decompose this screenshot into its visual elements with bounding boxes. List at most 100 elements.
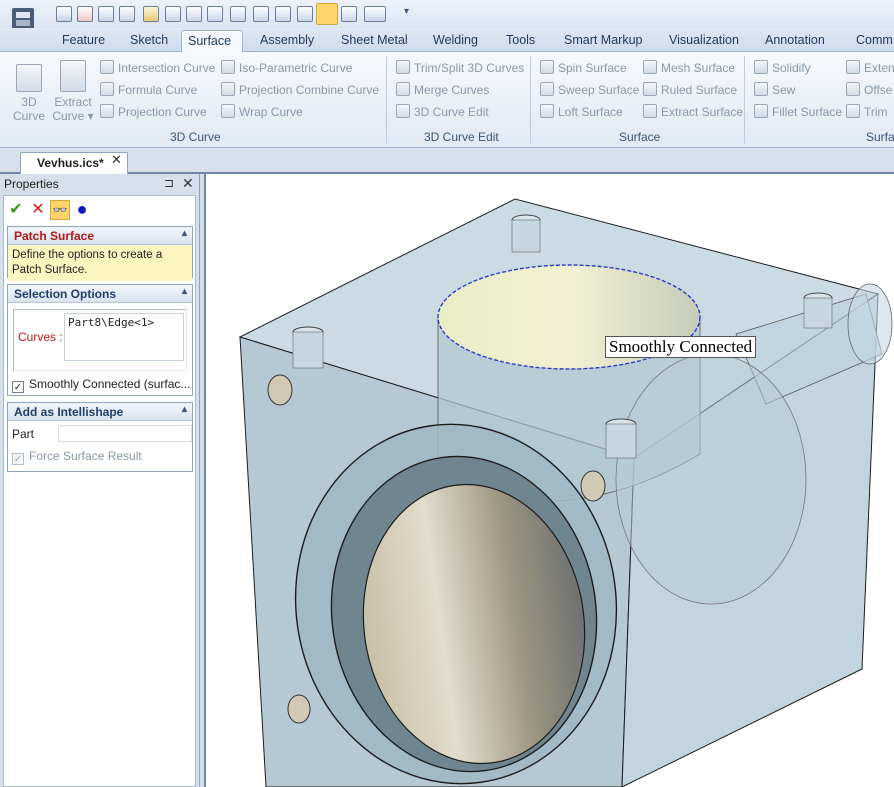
new-template-icon[interactable]: [119, 6, 135, 22]
collapse-caret-icon[interactable]: ▴: [182, 228, 187, 239]
merge-curves-button[interactable]: Merge Curves: [396, 82, 489, 97]
sew-button[interactable]: Sew: [754, 82, 795, 97]
trim-split-3d-curves-button[interactable]: Trim/Split 3D Curves: [396, 60, 524, 75]
patch-surface-title: Patch Surface: [14, 229, 95, 243]
sweep-surface-button[interactable]: Sweep Surface: [540, 82, 639, 97]
tab-annotation[interactable]: Annotation: [759, 33, 831, 52]
extract-curve-label-line1: Extract: [54, 95, 92, 109]
merge-curves-icon: [396, 82, 410, 96]
trim-split-label: Trim/Split 3D Curves: [414, 61, 525, 75]
wrap-curve-button[interactable]: Wrap Curve: [221, 104, 303, 119]
formula-curve-button[interactable]: Formula Curve: [100, 82, 197, 97]
tab-welding[interactable]: Welding: [427, 33, 484, 52]
ribbon: 3D Curve Extract Curve ▾ Intersection Cu…: [0, 52, 894, 148]
solidify-button[interactable]: Solidify: [754, 60, 811, 75]
tab-sketch[interactable]: Sketch: [124, 33, 174, 52]
save-all-icon[interactable]: [186, 6, 202, 22]
mesh-surface-icon: [643, 60, 657, 74]
undo-icon[interactable]: [253, 6, 269, 22]
ok-check-icon[interactable]: ✔: [6, 200, 26, 220]
3d-curve-icon: [16, 64, 42, 92]
spin-surface-icon: [540, 60, 554, 74]
sweep-surface-label: Sweep Surface: [558, 83, 640, 97]
3d-viewport[interactable]: Smoothly Connected: [204, 174, 894, 787]
fillet-surface-button[interactable]: Fillet Surface: [754, 104, 842, 119]
tab-communicate[interactable]: Comm: [850, 33, 894, 52]
cancel-x-icon[interactable]: ✕: [28, 200, 48, 220]
iso-parametric-curve-button[interactable]: Iso-Parametric Curve: [221, 60, 352, 75]
offset-button[interactable]: Offse: [846, 82, 892, 97]
apply-dot-icon[interactable]: ●: [72, 200, 92, 220]
ruled-surface-label: Ruled Surface: [661, 83, 738, 97]
smoothly-connected-checkbox[interactable]: ✓: [12, 381, 24, 393]
extend-label: Exten: [864, 61, 894, 75]
offset-icon: [846, 82, 860, 96]
ruled-surface-button[interactable]: Ruled Surface: [643, 82, 737, 97]
print-icon[interactable]: [207, 6, 223, 22]
tab-smart-markup[interactable]: Smart Markup: [558, 33, 649, 52]
fillet-surface-icon: [754, 104, 768, 118]
document-tab-strip: Vevhus.ics* ✕: [0, 149, 894, 174]
tab-sheet-metal[interactable]: Sheet Metal: [335, 33, 414, 52]
intersection-curve-button[interactable]: Intersection Curve: [100, 60, 215, 75]
model-canvas[interactable]: [206, 174, 894, 787]
new-drawing-icon[interactable]: [77, 6, 93, 22]
add-as-intellishape-header[interactable]: Add as Intellishape ▴: [8, 403, 192, 421]
redo-icon[interactable]: [275, 6, 291, 22]
3d-curve-label-line2: Curve: [12, 109, 45, 123]
open-folder-icon[interactable]: [143, 6, 159, 22]
intersection-curve-icon: [100, 60, 114, 74]
add-as-intellishape-section: Add as Intellishape ▴ Part ✓ Force Surfac…: [7, 402, 193, 472]
collapse-caret-icon[interactable]: ▴: [182, 404, 187, 415]
force-surface-result-option[interactable]: ✓ Force Surface Result: [12, 449, 142, 465]
close-icon[interactable]: ✕: [111, 152, 122, 168]
close-icon[interactable]: ✕: [182, 175, 194, 192]
spin-surface-label: Spin Surface: [558, 61, 627, 75]
group-label-3d-curve: 3D Curve: [170, 130, 221, 144]
3d-curve-button[interactable]: 3D Curve: [8, 64, 50, 123]
projection-curve-button[interactable]: Projection Curve: [100, 104, 207, 119]
projection-combine-curve-button[interactable]: Projection Combine Curve: [221, 82, 379, 97]
loft-surface-label: Loft Surface: [558, 105, 623, 119]
extract-curve-button[interactable]: Extract Curve ▾: [50, 60, 96, 123]
customize-dropdown-icon[interactable]: ▾: [404, 6, 409, 17]
mesh-surface-button[interactable]: Mesh Surface: [643, 60, 735, 75]
patch-surface-header[interactable]: Patch Surface ▴: [8, 227, 192, 245]
smoothly-connected-overlay-label: Smoothly Connected: [605, 336, 757, 358]
spin-surface-button[interactable]: Spin Surface: [540, 60, 627, 75]
selection-options-header[interactable]: Selection Options ▴: [8, 285, 192, 303]
pin-icon[interactable]: ⊐: [164, 176, 174, 190]
smoothly-connected-option[interactable]: ✓ Smoothly Connected (surfac...: [12, 377, 190, 393]
add-as-intellishape-title: Add as Intellishape: [14, 405, 124, 419]
new-doc-icon[interactable]: [98, 6, 114, 22]
extract-surface-button[interactable]: Extract Surface: [643, 104, 743, 119]
patch-surface-description: Define the options to create a Patch Sur…: [8, 245, 192, 281]
import-icon[interactable]: [230, 6, 246, 22]
formula-curve-icon: [100, 82, 114, 96]
curves-list-item[interactable]: Part8\Edge<1>: [68, 316, 154, 329]
intellishape-icon[interactable]: [316, 3, 338, 25]
save-icon[interactable]: [165, 6, 181, 22]
curves-list[interactable]: Part8\Edge<1>: [64, 313, 184, 361]
trim-label: Trim: [864, 105, 888, 119]
tab-tools[interactable]: Tools: [500, 33, 541, 52]
sew-icon: [754, 82, 768, 96]
tab-surface[interactable]: Surface: [181, 30, 243, 53]
catalog-icon[interactable]: [297, 6, 313, 22]
wrap-curve-label: Wrap Curve: [239, 105, 303, 119]
trim-button[interactable]: Trim: [846, 104, 888, 119]
part-field[interactable]: [58, 425, 192, 442]
tab-visualization[interactable]: Visualization: [663, 33, 745, 52]
properties-icon[interactable]: [341, 6, 357, 22]
extend-button[interactable]: Exten: [846, 60, 894, 75]
loft-surface-button[interactable]: Loft Surface: [540, 104, 623, 119]
new-file-icon[interactable]: [56, 6, 72, 22]
view-options-icon[interactable]: [364, 6, 386, 22]
collapse-caret-icon[interactable]: ▴: [182, 286, 187, 297]
extend-icon: [846, 60, 860, 74]
3d-curve-edit-button[interactable]: 3D Curve Edit: [396, 104, 489, 119]
tab-assembly[interactable]: Assembly: [254, 33, 320, 52]
tab-feature[interactable]: Feature: [56, 33, 111, 52]
preview-glasses-icon[interactable]: 👓: [50, 200, 70, 220]
threaded-hole: [605, 418, 637, 459]
